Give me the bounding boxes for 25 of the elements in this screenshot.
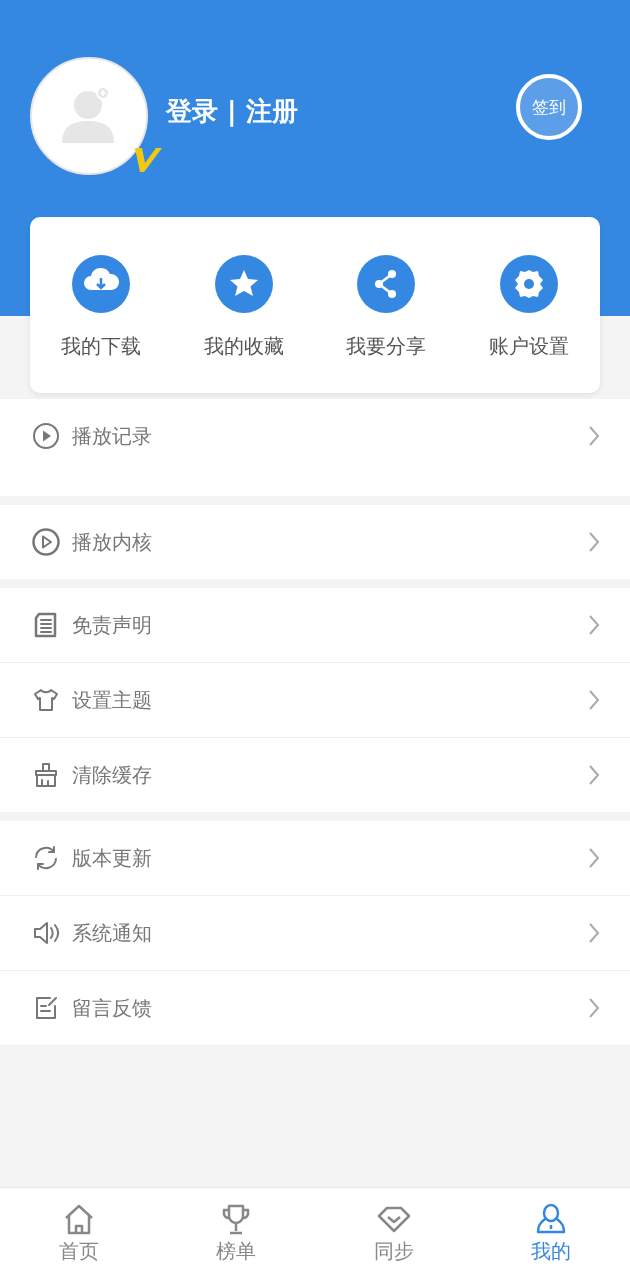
menu-label: 系统通知 [72, 919, 153, 947]
menu-label: 版本更新 [72, 844, 153, 872]
quick-action-label[interactable]: 账户设置 [488, 333, 569, 360]
login-register-link[interactable]: 登录 | 注册 [166, 93, 498, 129]
menu-row[interactable]: 系统通知 [0, 895, 630, 970]
menu-label: 播放内核 [72, 528, 153, 556]
menu-label: 播放记录 [72, 422, 153, 450]
check-in-button[interactable]: 签到 [516, 74, 582, 140]
menu-label: 留言反馈 [72, 994, 153, 1022]
menu-label: 免责声明 [72, 611, 153, 639]
quick-action-label[interactable]: 我的收藏 [203, 333, 284, 360]
tab[interactable]: 同步 [315, 1188, 473, 1280]
tab[interactable]: 榜单 [157, 1188, 315, 1280]
quick-action-label[interactable]: 我的下载 [61, 333, 142, 360]
menu-row[interactable]: 清除缓存 [0, 737, 630, 812]
menu-label: 清除缓存 [72, 761, 153, 789]
menu-row[interactable]: 播放内核 [0, 505, 630, 579]
menu-row[interactable]: 设置主题 [0, 662, 630, 737]
tab[interactable]: 我的 [472, 1188, 630, 1280]
menu-row[interactable]: 免责声明 [0, 588, 630, 662]
menu-row[interactable]: 版本更新 [0, 821, 630, 895]
menu-label: 设置主题 [72, 686, 153, 714]
menu-row[interactable]: 留言反馈 [0, 970, 630, 1045]
tab[interactable]: 首页 [0, 1188, 158, 1280]
quick-action-label[interactable]: 我要分享 [346, 333, 427, 360]
